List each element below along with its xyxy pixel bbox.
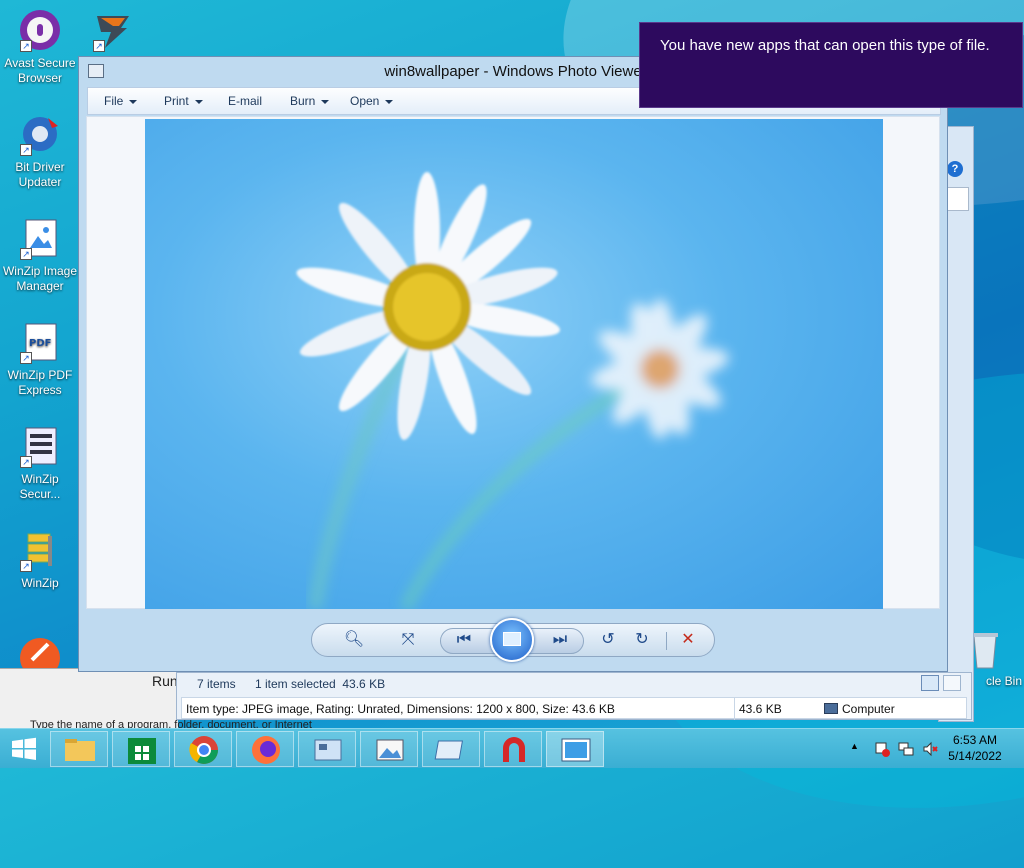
folder-icon <box>65 739 95 761</box>
desktop-icon-winzip[interactable]: ↗ WinZip <box>2 528 78 591</box>
next-icon[interactable]: ⏭ <box>548 629 572 651</box>
taskbar-magnet-app[interactable] <box>484 731 542 767</box>
desktop-icon-label: Bit Driver Updater <box>15 160 65 189</box>
photo-viewer-window[interactable]: win8wallpaper - Windows Photo Viewe File… <box>78 56 948 672</box>
action-center-icon[interactable] <box>874 741 890 757</box>
desktop-icon-bit-driver-updater[interactable]: ↗ Bit Driver Updater <box>2 112 78 190</box>
slideshow-button[interactable] <box>490 618 534 662</box>
store-icon <box>128 738 156 764</box>
displayed-photo <box>145 119 883 609</box>
zoom-icon[interactable]: 🔍︎ <box>338 629 370 651</box>
image-canvas <box>86 116 940 609</box>
menu-file[interactable]: File <box>104 88 138 114</box>
taskbar-store[interactable] <box>112 731 170 767</box>
app-shortcut-icon: ↗ <box>91 8 135 52</box>
delete-icon[interactable]: ✕ <box>676 629 700 651</box>
menu-email[interactable]: E-mail <box>228 88 262 114</box>
network-icon[interactable] <box>898 741 914 757</box>
image-manager-icon <box>376 739 404 761</box>
svg-text:PDF: PDF <box>29 338 51 349</box>
desktop-icon-label: WinZip PDF Express <box>7 368 73 397</box>
previous-icon[interactable]: ⏮ <box>452 629 476 651</box>
chrome-icon <box>189 736 218 764</box>
chevron-down-icon <box>194 99 203 104</box>
taskbar-file-explorer[interactable] <box>50 731 108 767</box>
firefox-icon <box>252 736 280 764</box>
desktop-icon-label: WinZip <box>21 576 59 590</box>
clock-date: 5/14/2022 <box>948 749 1002 763</box>
details-view-button[interactable] <box>921 675 939 691</box>
recycle-bin-icon <box>970 630 1000 670</box>
taskbar: ▲ 6:53 AM 5/14/2022 <box>0 728 1024 768</box>
explorer-status-bar: 7 items 1 item selected 43.6 KB Item typ… <box>176 672 972 720</box>
item-count: 7 items <box>197 677 236 691</box>
photo-viewer-icon <box>561 738 591 762</box>
taskbar-firefox[interactable] <box>236 731 294 767</box>
desktop-shortcut-unnamed[interactable]: ↗ <box>88 8 138 56</box>
photo-frame-icon <box>434 740 464 760</box>
rotate-counterclockwise-icon[interactable]: ↺ <box>596 629 620 651</box>
winzip-pdf-express-icon: PDF ↗ <box>18 320 62 364</box>
rotate-clockwise-icon[interactable]: ↻ <box>630 629 654 651</box>
winzip-secure-icon: ↗ <box>18 424 62 468</box>
daisy-photo <box>296 172 730 609</box>
taskbar-chrome[interactable] <box>174 731 232 767</box>
actual-size-icon[interactable]: ⤧ <box>396 629 420 651</box>
clock-time: 6:53 AM <box>952 733 998 747</box>
taskbar-photo-viewer[interactable] <box>546 731 604 767</box>
desktop-icon-winzip-image-manager[interactable]: ↗ WinZip Image Manager <box>2 216 78 294</box>
desktop-icon-winzip-pdf-express[interactable]: PDF ↗ WinZip PDF Express <box>2 320 78 398</box>
avast-browser-icon: ↗ <box>18 8 62 52</box>
help-icon[interactable]: ? <box>947 161 963 177</box>
taskbar-clock[interactable]: 6:53 AM 5/14/2022 <box>940 732 1010 764</box>
chevron-down-icon <box>321 99 330 104</box>
menu-burn[interactable]: Burn <box>290 88 330 114</box>
control-panel-icon <box>314 739 342 761</box>
windows-logo-icon <box>12 737 36 760</box>
desktop-icon-label: Avast Secure Browser <box>4 56 76 85</box>
run-dialog-title: Run <box>152 673 178 689</box>
menu-print[interactable]: Print <box>164 88 203 114</box>
start-button[interactable] <box>4 733 44 765</box>
computer-icon <box>824 703 838 714</box>
taskbar-control-panel[interactable] <box>298 731 356 767</box>
notification-message: You have new apps that can open this typ… <box>660 37 990 54</box>
item-details: Item type: JPEG image, Rating: Unrated, … <box>186 702 615 716</box>
slideshow-icon <box>503 632 521 646</box>
taskbar-image-app[interactable] <box>360 731 418 767</box>
bit-driver-updater-icon: ↗ <box>18 112 62 156</box>
control-divider <box>666 632 667 650</box>
selection-info: 1 item selected 43.6 KB <box>255 677 386 691</box>
taskbar-photo-app[interactable] <box>422 731 480 767</box>
preview-view-button[interactable] <box>943 675 961 691</box>
winzip-image-manager-icon: ↗ <box>18 216 62 260</box>
winzip-icon: ↗ <box>18 528 62 572</box>
run-dialog: Run Type the name of a program, folder, … <box>0 668 312 731</box>
chevron-down-icon <box>129 99 138 104</box>
item-size: 43.6 KB <box>734 698 782 720</box>
show-hidden-icons[interactable]: ▲ <box>850 741 860 757</box>
search-box-edge[interactable] <box>945 187 969 211</box>
item-location: Computer <box>842 702 895 716</box>
menu-open[interactable]: Open <box>350 88 394 114</box>
desktop-icon-winzip-secure[interactable]: ↗ WinZip Secur... <box>2 424 78 502</box>
magnet-icon <box>503 737 525 762</box>
notification-toast[interactable]: You have new apps that can open this typ… <box>639 22 1023 108</box>
chevron-down-icon <box>385 99 394 104</box>
desktop-icon-avast-browser[interactable]: ↗ Avast Secure Browser <box>2 8 78 86</box>
photo-viewer-controls: 🔍︎ ⤧ ⏮ ⏭ ↺ ↻ ✕ <box>311 618 715 662</box>
desktop-icon-label: WinZip Secur... <box>19 472 61 501</box>
desktop-icon-label: WinZip Image Manager <box>2 264 78 293</box>
volume-muted-icon[interactable] <box>922 741 938 757</box>
